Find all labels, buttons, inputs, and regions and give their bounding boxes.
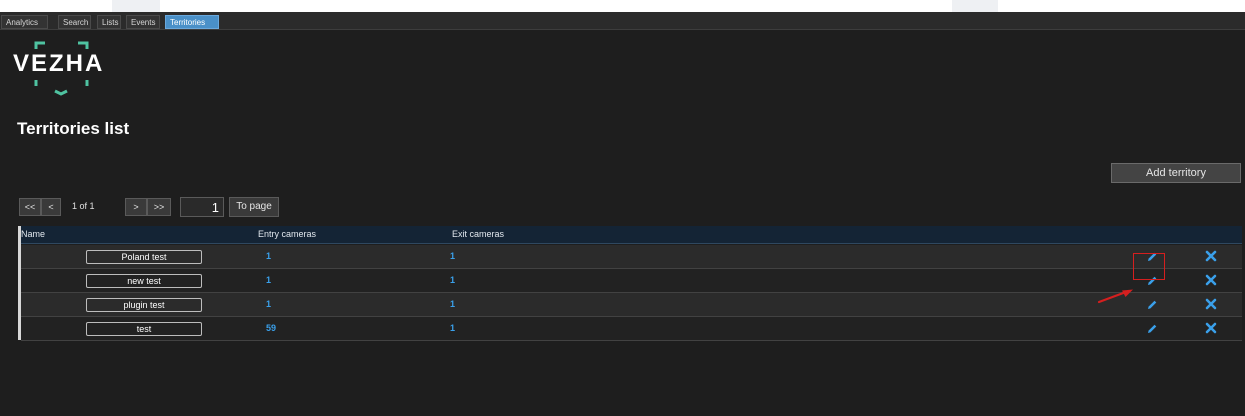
column-header-name[interactable]: Name	[21, 229, 45, 239]
exit-cameras-count[interactable]: 1	[450, 251, 455, 261]
top-strip	[0, 0, 1245, 12]
table-row[interactable]: test 59 1	[21, 317, 1242, 341]
exit-cameras-count[interactable]: 1	[450, 275, 455, 285]
territory-name[interactable]: plugin test	[86, 298, 202, 312]
pencil-icon[interactable]	[1145, 322, 1159, 336]
annotation-arrow-icon	[1097, 289, 1133, 304]
territory-name[interactable]: test	[86, 322, 202, 336]
close-icon[interactable]	[1204, 249, 1218, 263]
column-header-entry-cameras[interactable]: Entry cameras	[258, 229, 316, 239]
last-page-button[interactable]: >>	[147, 198, 171, 216]
close-icon[interactable]	[1204, 273, 1218, 287]
vezha-logo: VEZHA	[13, 41, 104, 96]
tab-lists[interactable]: Lists	[97, 15, 121, 29]
app-window: Analytics Search Lists Events Territorie…	[0, 12, 1245, 416]
table-row[interactable]: new test 1 1	[21, 269, 1242, 293]
table-header: Name Entry cameras Exit cameras	[21, 226, 1242, 244]
to-page-button[interactable]: To page	[229, 197, 279, 217]
pencil-icon[interactable]	[1145, 298, 1159, 312]
entry-cameras-count[interactable]: 1	[266, 251, 271, 261]
logo-text: VEZHA	[13, 50, 104, 77]
table-row[interactable]: plugin test 1 1	[21, 293, 1242, 317]
territory-name[interactable]: Poland test	[86, 250, 202, 264]
add-territory-button[interactable]: Add territory	[1111, 163, 1241, 183]
close-icon[interactable]	[1204, 297, 1218, 311]
tab-events[interactable]: Events	[126, 15, 160, 29]
territories-table: Name Entry cameras Exit cameras Poland t…	[18, 226, 1242, 341]
tab-territories[interactable]: Territories	[165, 15, 219, 29]
top-strip-shade	[952, 0, 998, 12]
first-page-button[interactable]: <<	[19, 198, 41, 216]
next-page-button[interactable]: >	[125, 198, 147, 216]
previous-page-button[interactable]: <	[41, 198, 61, 216]
territory-name[interactable]: new test	[86, 274, 202, 288]
exit-cameras-count[interactable]: 1	[450, 299, 455, 309]
entry-cameras-count[interactable]: 1	[266, 275, 271, 285]
tab-bar: Analytics Search Lists Events Territorie…	[0, 12, 1245, 30]
close-icon[interactable]	[1204, 321, 1218, 335]
tab-analytics[interactable]: Analytics	[1, 15, 48, 29]
annotation-highlight-box	[1133, 253, 1165, 280]
page-number-input[interactable]	[180, 197, 224, 217]
tab-search[interactable]: Search	[58, 15, 91, 29]
page-title: Territories list	[17, 119, 130, 138]
exit-cameras-count[interactable]: 1	[450, 323, 455, 333]
column-header-exit-cameras[interactable]: Exit cameras	[452, 229, 504, 239]
top-strip-shade	[112, 0, 160, 12]
entry-cameras-count[interactable]: 59	[266, 323, 276, 333]
entry-cameras-count[interactable]: 1	[266, 299, 271, 309]
page-info: 1 of 1	[72, 201, 95, 211]
table-row[interactable]: Poland test 1 1	[21, 245, 1242, 269]
